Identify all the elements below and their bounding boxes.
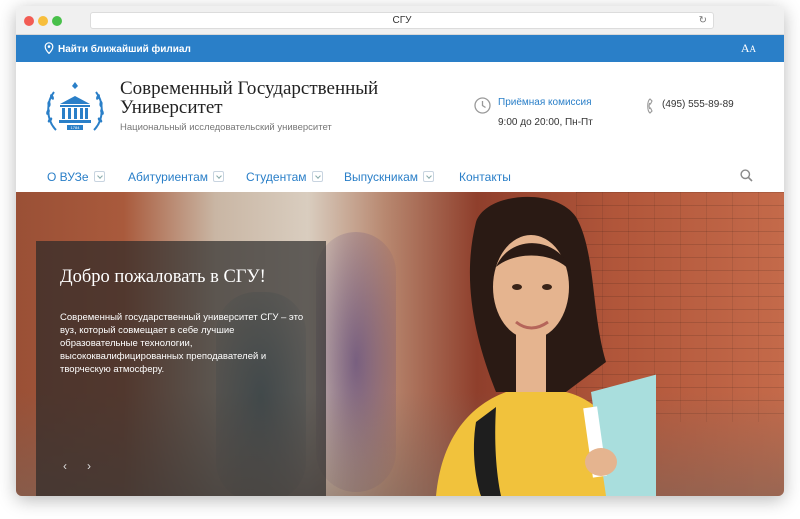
nav-item-students-label: Студентам bbox=[246, 170, 307, 184]
hero-photo-student bbox=[436, 196, 656, 496]
nav-item-contacts-label: Контакты bbox=[459, 170, 511, 184]
url-text: СГУ bbox=[392, 15, 412, 26]
minimize-window-button[interactable] bbox=[38, 16, 48, 26]
find-branch-link[interactable]: Найти ближайший филиал bbox=[44, 42, 191, 55]
font-size-toggle[interactable]: AA bbox=[741, 41, 756, 56]
university-subtitle: Национальный исследовательский университ… bbox=[120, 122, 332, 133]
main-nav: О ВУЗе Абитуриентам Студентам Выпускника… bbox=[16, 166, 784, 192]
nav-item-students[interactable]: Студентам bbox=[246, 170, 323, 184]
slider-next-button[interactable]: › bbox=[87, 459, 91, 473]
hero-text: Современный государственный университет … bbox=[60, 312, 304, 375]
chevron-down-icon[interactable] bbox=[93, 171, 105, 182]
top-bar: Найти ближайший филиал AA bbox=[16, 35, 784, 62]
university-name-line2: Университет bbox=[120, 97, 223, 118]
svg-text:1784: 1784 bbox=[71, 125, 81, 130]
clock-icon bbox=[474, 97, 491, 114]
location-pin-icon bbox=[44, 42, 54, 55]
phone-number[interactable]: (495) 555-89-89 bbox=[662, 99, 734, 110]
font-size-large: A bbox=[740, 41, 750, 55]
chevron-down-icon[interactable] bbox=[311, 171, 323, 182]
university-name-line1: Современный Государственный bbox=[120, 78, 379, 99]
font-size-small: A bbox=[749, 44, 757, 54]
slider-prev-button[interactable]: ‹ bbox=[63, 459, 67, 473]
nav-item-about[interactable]: О ВУЗе bbox=[47, 170, 105, 184]
search-icon[interactable] bbox=[740, 169, 753, 182]
close-window-button[interactable] bbox=[24, 16, 34, 26]
reload-icon[interactable]: ↻ bbox=[699, 13, 707, 28]
nav-item-graduates[interactable]: Выпускникам bbox=[344, 170, 435, 184]
nav-item-graduates-label: Выпускникам bbox=[344, 170, 419, 184]
chevron-down-icon[interactable] bbox=[213, 171, 225, 182]
hero-title: Добро пожаловать в СГУ! bbox=[60, 267, 266, 287]
nav-item-about-label: О ВУЗе bbox=[47, 170, 89, 184]
hero-caption-box: Добро пожаловать в СГУ! Современный госу… bbox=[36, 241, 326, 496]
admissions-hours: 9:00 до 20:00, Пн-Пт bbox=[498, 117, 593, 128]
browser-window: СГУ ↻ Найти ближайший филиал AA 1784 Сов… bbox=[16, 6, 784, 496]
address-bar[interactable]: СГУ ↻ bbox=[90, 12, 714, 29]
nav-item-applicants-label: Абитуриентам bbox=[128, 170, 209, 184]
nav-item-applicants[interactable]: Абитуриентам bbox=[128, 170, 225, 184]
maximize-window-button[interactable] bbox=[52, 16, 62, 26]
university-logo[interactable]: 1784 bbox=[42, 76, 108, 142]
nav-item-contacts[interactable]: Контакты bbox=[459, 170, 511, 184]
chevron-down-icon[interactable] bbox=[423, 171, 435, 182]
admissions-link[interactable]: Приёмная комиссия bbox=[498, 97, 592, 108]
find-branch-label: Найти ближайший филиал bbox=[58, 44, 191, 55]
hero-slider: Добро пожаловать в СГУ! Современный госу… bbox=[16, 192, 784, 496]
browser-chrome: СГУ ↻ bbox=[16, 6, 784, 35]
phone-icon bbox=[647, 98, 653, 114]
university-name: Современный Государственный Университет bbox=[120, 79, 420, 117]
